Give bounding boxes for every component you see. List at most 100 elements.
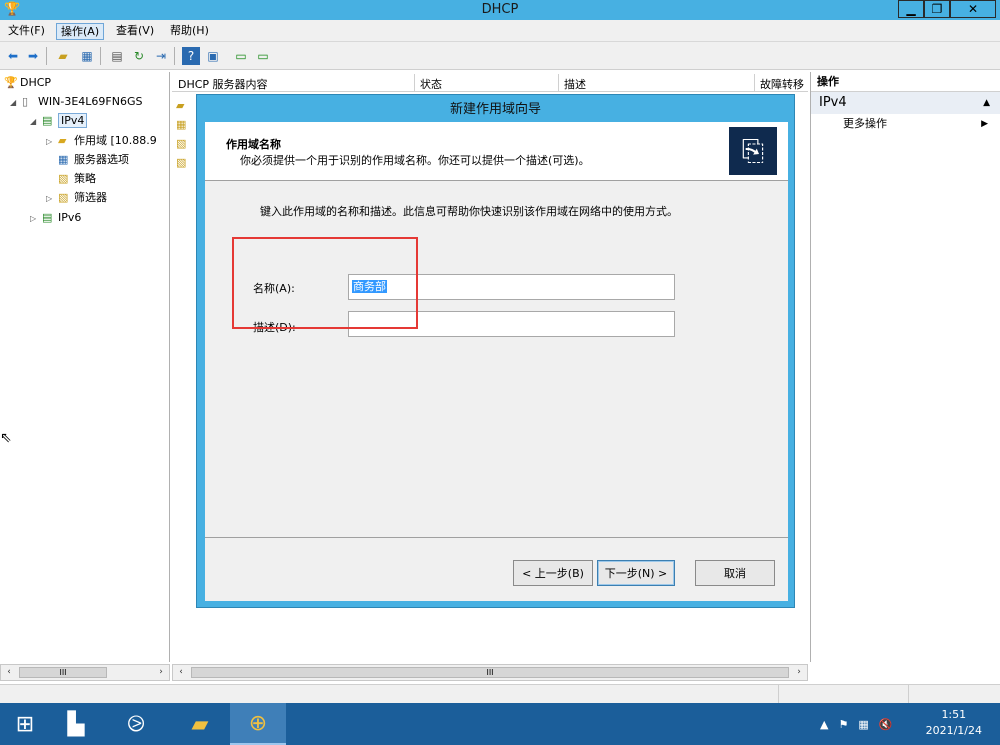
collapse-icon[interactable]: ◢ <box>10 94 22 112</box>
policy-icon: ▧ <box>58 172 69 185</box>
properties-icon[interactable]: ▤ <box>108 47 126 65</box>
up-folder-icon[interactable]: ▰ <box>54 47 72 65</box>
dialog-divider <box>205 537 788 538</box>
status-segment <box>778 685 908 704</box>
submenu-arrow-icon: ▶ <box>981 119 988 129</box>
export-list-icon[interactable]: ⇥ <box>152 47 170 65</box>
column-header-failover[interactable]: 故障转移 <box>760 76 804 92</box>
toolbar-separator <box>174 47 175 65</box>
tree-item-policy[interactable]: ▧ 策略 <box>58 170 96 188</box>
tray-expand-icon[interactable]: ▲ <box>820 718 828 731</box>
cancel-button[interactable]: 取消 <box>695 560 775 586</box>
ipv6-icon: ▤ <box>42 211 53 224</box>
tree-item-server[interactable]: ◢ ▯ WIN-3E4L69FN6GS <box>10 93 142 111</box>
new-scope-wizard-dialog: 新建作用域向导 作用域名称 你必须提供一个用于识别的作用域名称。你还可以提供一个… <box>196 94 795 608</box>
back-arrow-icon[interactable]: ⬅ <box>4 47 22 65</box>
actions-header: 操作 <box>811 72 1000 92</box>
scroll-left-icon[interactable]: ‹ <box>173 665 189 680</box>
folders-icon: ⎘ <box>729 127 777 175</box>
more-actions-label: 更多操作 <box>843 117 887 130</box>
dialog-title: 新建作用域向导 <box>449 102 541 117</box>
wizard-header-band: 作用域名称 你必须提供一个用于识别的作用域名称。你还可以提供一个描述(可选)。 … <box>205 122 788 181</box>
expand-icon[interactable]: ▷ <box>46 190 58 208</box>
tree-item-ipv6[interactable]: ▷ ▤ IPv6 <box>30 209 81 227</box>
column-header-status[interactable]: 状态 <box>420 76 442 92</box>
toolbar-separator <box>46 47 47 65</box>
monitor-icon[interactable]: ▭ <box>254 47 272 65</box>
column-header-description[interactable]: 描述 <box>564 76 586 92</box>
menu-view[interactable]: 查看(V) <box>112 23 158 40</box>
window-controls: ▁ ❐ ✕ <box>898 0 996 18</box>
next-button[interactable]: 下一步(N) > <box>597 560 675 586</box>
folder-icon: ▰ <box>58 134 67 147</box>
scroll-right-icon[interactable]: › <box>153 665 169 680</box>
forward-arrow-icon[interactable]: ➡ <box>24 47 42 65</box>
column-divider[interactable] <box>558 74 559 92</box>
scroll-left-icon[interactable]: ‹ <box>1 665 17 680</box>
wizard-instruction: 键入此作用域的名称和描述。此信息可帮助你快速识别该作用域在网络中的使用方式。 <box>260 205 678 218</box>
tree-item-server-options[interactable]: ▦ 服务器选项 <box>58 151 129 169</box>
refresh-icon[interactable]: ↻ <box>130 47 148 65</box>
expand-icon[interactable]: ▷ <box>30 210 42 228</box>
column-divider[interactable] <box>754 74 755 92</box>
dhcp-app-icon[interactable]: ⊕ <box>230 703 286 745</box>
clock-time: 1:51 <box>941 708 967 721</box>
minimize-button[interactable]: ▁ <box>898 0 924 18</box>
actions-section-ipv4[interactable]: IPv4 ▲ <box>811 92 1000 114</box>
close-button[interactable]: ✕ <box>950 0 996 18</box>
server-icon[interactable]: ▭ <box>232 47 250 65</box>
console-tree: 🏆 DHCP ◢ ▯ WIN-3E4L69FN6GS ◢ ▤ IPv4 ▷ ▰ 作用域 [10… <box>0 72 170 662</box>
network-icon[interactable]: ▦ <box>858 718 868 731</box>
clock-date: 2021/1/24 <box>925 724 982 737</box>
tree-horizontal-scrollbar[interactable]: ‹ III › <box>0 664 170 681</box>
tree-item-scope[interactable]: ▷ ▰ 作用域 [10.88.9 <box>46 132 157 150</box>
menu-help[interactable]: 帮助(H) <box>166 23 213 40</box>
scroll-thumb[interactable]: III <box>191 667 789 678</box>
server-icon: ▯ <box>22 95 29 108</box>
dhcp-icon: 🏆 <box>4 76 18 89</box>
window-titlebar: 🏆 DHCP ▁ ❐ ✕ <box>0 0 1000 20</box>
clock[interactable]: 1:51 2021/1/24 <box>926 707 982 739</box>
actions-section-label: IPv4 <box>819 95 847 110</box>
action-pane-icon[interactable]: ▣ <box>204 47 222 65</box>
show-hide-tree-icon[interactable]: ▦ <box>78 47 96 65</box>
scroll-right-icon[interactable]: › <box>791 665 807 680</box>
wizard-step-description: 你必须提供一个用于识别的作用域名称。你还可以提供一个描述(可选)。 <box>240 154 590 167</box>
status-bar <box>0 684 1000 704</box>
highlight-box <box>232 237 418 329</box>
menu-file[interactable]: 文件(F) <box>4 23 49 40</box>
column-header-contents[interactable]: DHCP 服务器内容 <box>178 76 268 92</box>
windows-start-icon[interactable]: ⊞ <box>0 703 50 745</box>
speaker-muted-icon[interactable]: 🔇 <box>879 718 893 731</box>
powershell-icon[interactable]: ⧁ <box>112 703 160 745</box>
toolbar: ⬅ ➡ ▰ ▦ ▤ ↻ ⇥ ? ▣ ▭ ▭ <box>0 42 1000 70</box>
dialog-body: 作用域名称 你必须提供一个用于识别的作用域名称。你还可以提供一个描述(可选)。 … <box>205 122 788 601</box>
help-icon[interactable]: ? <box>182 47 200 65</box>
expand-icon[interactable]: ▷ <box>46 133 58 151</box>
server-options-icon: ▦ <box>58 153 69 166</box>
column-divider[interactable] <box>414 74 415 92</box>
window-title: DHCP <box>481 2 519 17</box>
file-explorer-icon[interactable]: ▰ <box>176 703 224 745</box>
tree-item-ipv4[interactable]: ◢ ▤ IPv4 <box>30 112 88 131</box>
actions-pane: 操作 IPv4 ▲ 更多操作 ▶ <box>810 72 1000 662</box>
more-actions-item[interactable]: 更多操作 ▶ <box>811 114 1000 134</box>
wizard-step-title: 作用域名称 <box>226 138 281 151</box>
list-item-icons: ▰ ▦ ▧ ▧ <box>176 99 187 169</box>
toolbar-separator <box>100 47 101 65</box>
menu-bar: 文件(F) 操作(A) 查看(V) 帮助(H) <box>0 20 1000 42</box>
tree-item-filters[interactable]: ▷ ▧ 筛选器 <box>46 189 107 207</box>
collapse-triangle-icon[interactable]: ▲ <box>983 92 990 114</box>
back-button[interactable]: < 上一步(B) <box>513 560 593 586</box>
flag-icon[interactable]: ⚑ <box>838 718 848 731</box>
scroll-thumb[interactable]: III <box>19 667 107 678</box>
content-horizontal-scrollbar[interactable]: ‹ III › <box>172 664 808 681</box>
collapse-icon[interactable]: ◢ <box>30 113 42 131</box>
restore-button[interactable]: ❐ <box>924 0 950 18</box>
menu-action[interactable]: 操作(A) <box>56 23 105 40</box>
tree-item-dhcp[interactable]: 🏆 DHCP <box>4 74 51 92</box>
server-manager-icon[interactable]: ▙ <box>52 703 100 745</box>
filter-icon: ▧ <box>58 191 69 204</box>
status-segment <box>908 685 1000 704</box>
list-column-header: DHCP 服务器内容 状态 描述 故障转移 <box>172 74 808 92</box>
